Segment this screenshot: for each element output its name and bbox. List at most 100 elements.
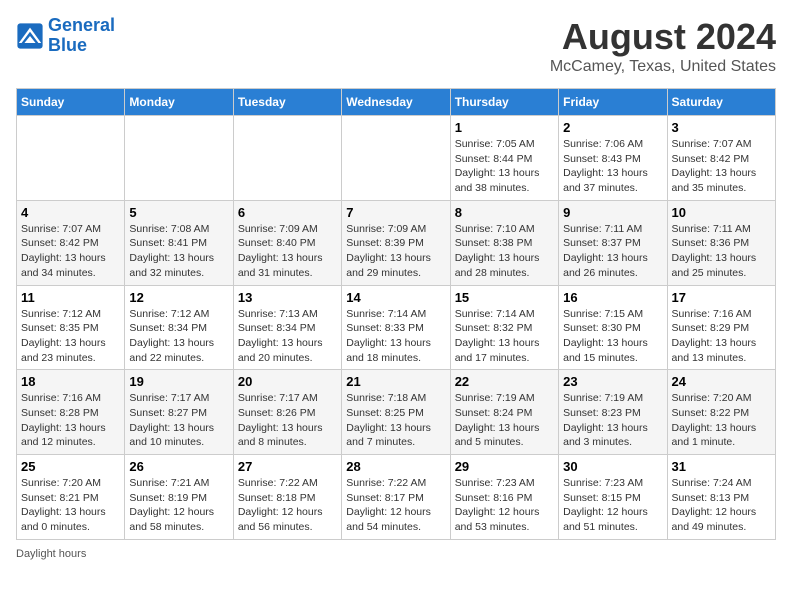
day-number: 8 xyxy=(455,205,554,220)
day-number: 19 xyxy=(129,374,228,389)
calendar-cell: 12 Sunrise: 7:12 AM Sunset: 8:34 PM Dayli… xyxy=(125,285,233,370)
calendar-cell: 7 Sunrise: 7:09 AM Sunset: 8:39 PM Daylig… xyxy=(342,200,450,285)
calendar-cell: 23Sunrise: 7:19 AM Sunset: 8:23 PM Dayli… xyxy=(559,370,667,455)
day-number: 5 xyxy=(129,205,228,220)
calendar-cell: 26 Sunrise: 7:21 AM Sunset: 8:19 PM Dayli… xyxy=(125,455,233,540)
day-number: 12 xyxy=(129,290,228,305)
calendar-cell: 8 Sunrise: 7:10 AM Sunset: 8:38 PM Daylig… xyxy=(450,200,558,285)
calendar-cell: 19 Sunrise: 7:17 AM Sunset: 8:27 PM Dayli… xyxy=(125,370,233,455)
day-info: Sunrise: 7:09 AM Sunset: 8:40 PM Dayligh… xyxy=(238,222,337,281)
day-info: Sunrise: 7:22 AM Sunset: 8:18 PM Dayligh… xyxy=(238,476,337,535)
day-number: 21 xyxy=(346,374,445,389)
day-number: 11 xyxy=(21,290,120,305)
weekday-header-tuesday: Tuesday xyxy=(233,89,341,116)
day-info: Sunrise: 7:11 AM Sunset: 8:36 PM Dayligh… xyxy=(672,222,771,281)
calendar-cell: 6 Sunrise: 7:09 AM Sunset: 8:40 PM Daylig… xyxy=(233,200,341,285)
day-number: 2 xyxy=(563,120,662,135)
title-area: August 2024 McCamey, Texas, United State… xyxy=(550,16,776,76)
calendar-cell: 18 Sunrise: 7:16 AM Sunset: 8:28 PM Dayli… xyxy=(17,370,125,455)
day-info: Sunrise: 7:18 AM Sunset: 8:25 PM Dayligh… xyxy=(346,391,445,450)
day-info: Sunrise: 7:23 AM Sunset: 8:15 PM Dayligh… xyxy=(563,476,662,535)
day-number: 13 xyxy=(238,290,337,305)
day-number: 9 xyxy=(563,205,662,220)
day-number: 23 xyxy=(563,374,662,389)
day-number: 18 xyxy=(21,374,120,389)
day-number: 28 xyxy=(346,459,445,474)
day-number: 31 xyxy=(672,459,771,474)
location-title: McCamey, Texas, United States xyxy=(550,58,776,76)
day-info: Sunrise: 7:16 AM Sunset: 8:28 PM Dayligh… xyxy=(21,391,120,450)
day-number: 26 xyxy=(129,459,228,474)
calendar-cell xyxy=(17,116,125,201)
day-info: Sunrise: 7:06 AM Sunset: 8:43 PM Dayligh… xyxy=(563,137,662,196)
calendar-cell: 17Sunrise: 7:16 AM Sunset: 8:29 PM Dayli… xyxy=(667,285,775,370)
day-info: Sunrise: 7:20 AM Sunset: 8:21 PM Dayligh… xyxy=(21,476,120,535)
day-info: Sunrise: 7:19 AM Sunset: 8:24 PM Dayligh… xyxy=(455,391,554,450)
day-info: Sunrise: 7:20 AM Sunset: 8:22 PM Dayligh… xyxy=(672,391,771,450)
day-info: Sunrise: 7:21 AM Sunset: 8:19 PM Dayligh… xyxy=(129,476,228,535)
calendar-cell xyxy=(125,116,233,201)
logo: General Blue xyxy=(16,16,115,56)
day-info: Sunrise: 7:14 AM Sunset: 8:33 PM Dayligh… xyxy=(346,307,445,366)
calendar-table: SundayMondayTuesdayWednesdayThursdayFrid… xyxy=(16,88,776,540)
day-number: 27 xyxy=(238,459,337,474)
day-number: 1 xyxy=(455,120,554,135)
weekday-header-thursday: Thursday xyxy=(450,89,558,116)
calendar-cell xyxy=(342,116,450,201)
day-number: 7 xyxy=(346,205,445,220)
day-info: Sunrise: 7:17 AM Sunset: 8:26 PM Dayligh… xyxy=(238,391,337,450)
day-number: 6 xyxy=(238,205,337,220)
day-number: 17 xyxy=(672,290,771,305)
calendar-cell xyxy=(233,116,341,201)
calendar-cell: 9 Sunrise: 7:11 AM Sunset: 8:37 PM Daylig… xyxy=(559,200,667,285)
day-number: 14 xyxy=(346,290,445,305)
day-info: Sunrise: 7:17 AM Sunset: 8:27 PM Dayligh… xyxy=(129,391,228,450)
calendar-cell: 15Sunrise: 7:14 AM Sunset: 8:32 PM Dayli… xyxy=(450,285,558,370)
calendar-cell: 24 Sunrise: 7:20 AM Sunset: 8:22 PM Dayli… xyxy=(667,370,775,455)
day-info: Sunrise: 7:05 AM Sunset: 8:44 PM Dayligh… xyxy=(455,137,554,196)
calendar-cell: 2 Sunrise: 7:06 AM Sunset: 8:43 PM Daylig… xyxy=(559,116,667,201)
calendar-cell: 5 Sunrise: 7:08 AM Sunset: 8:41 PM Daylig… xyxy=(125,200,233,285)
day-info: Sunrise: 7:09 AM Sunset: 8:39 PM Dayligh… xyxy=(346,222,445,281)
footer-note: Daylight hours xyxy=(16,548,776,560)
day-info: Sunrise: 7:22 AM Sunset: 8:17 PM Dayligh… xyxy=(346,476,445,535)
logo-icon xyxy=(16,22,44,50)
calendar-cell: 11 Sunrise: 7:12 AM Sunset: 8:35 PM Dayli… xyxy=(17,285,125,370)
day-info: Sunrise: 7:10 AM Sunset: 8:38 PM Dayligh… xyxy=(455,222,554,281)
calendar-cell: 20 Sunrise: 7:17 AM Sunset: 8:26 PM Dayli… xyxy=(233,370,341,455)
day-info: Sunrise: 7:12 AM Sunset: 8:35 PM Dayligh… xyxy=(21,307,120,366)
day-number: 25 xyxy=(21,459,120,474)
calendar-cell: 16 Sunrise: 7:15 AM Sunset: 8:30 PM Dayli… xyxy=(559,285,667,370)
header: General Blue August 2024 McCamey, Texas,… xyxy=(16,16,776,76)
calendar-cell: 10 Sunrise: 7:11 AM Sunset: 8:36 PM Dayli… xyxy=(667,200,775,285)
weekday-header-friday: Friday xyxy=(559,89,667,116)
weekday-header-sunday: Sunday xyxy=(17,89,125,116)
day-info: Sunrise: 7:23 AM Sunset: 8:16 PM Dayligh… xyxy=(455,476,554,535)
footer-note-text: Daylight hours xyxy=(16,548,86,560)
day-info: Sunrise: 7:15 AM Sunset: 8:30 PM Dayligh… xyxy=(563,307,662,366)
day-number: 3 xyxy=(672,120,771,135)
calendar-cell: 27 Sunrise: 7:22 AM Sunset: 8:18 PM Dayli… xyxy=(233,455,341,540)
day-number: 24 xyxy=(672,374,771,389)
day-info: Sunrise: 7:24 AM Sunset: 8:13 PM Dayligh… xyxy=(672,476,771,535)
calendar-cell: 1 Sunrise: 7:05 AM Sunset: 8:44 PM Daylig… xyxy=(450,116,558,201)
calendar-cell: 4Sunrise: 7:07 AM Sunset: 8:42 PM Daylig… xyxy=(17,200,125,285)
calendar-cell: 3 Sunrise: 7:07 AM Sunset: 8:42 PM Daylig… xyxy=(667,116,775,201)
weekday-header-monday: Monday xyxy=(125,89,233,116)
day-number: 4 xyxy=(21,205,120,220)
day-number: 10 xyxy=(672,205,771,220)
weekday-header-wednesday: Wednesday xyxy=(342,89,450,116)
weekday-header-saturday: Saturday xyxy=(667,89,775,116)
day-info: Sunrise: 7:11 AM Sunset: 8:37 PM Dayligh… xyxy=(563,222,662,281)
day-info: Sunrise: 7:07 AM Sunset: 8:42 PM Dayligh… xyxy=(672,137,771,196)
logo-text: General Blue xyxy=(48,16,115,56)
calendar-cell: 13 Sunrise: 7:13 AM Sunset: 8:34 PM Dayli… xyxy=(233,285,341,370)
day-info: Sunrise: 7:12 AM Sunset: 8:34 PM Dayligh… xyxy=(129,307,228,366)
day-number: 16 xyxy=(563,290,662,305)
calendar-cell: 22 Sunrise: 7:19 AM Sunset: 8:24 PM Dayli… xyxy=(450,370,558,455)
day-number: 20 xyxy=(238,374,337,389)
calendar-cell: 29Sunrise: 7:23 AM Sunset: 8:16 PM Dayli… xyxy=(450,455,558,540)
day-info: Sunrise: 7:08 AM Sunset: 8:41 PM Dayligh… xyxy=(129,222,228,281)
day-number: 22 xyxy=(455,374,554,389)
day-info: Sunrise: 7:13 AM Sunset: 8:34 PM Dayligh… xyxy=(238,307,337,366)
